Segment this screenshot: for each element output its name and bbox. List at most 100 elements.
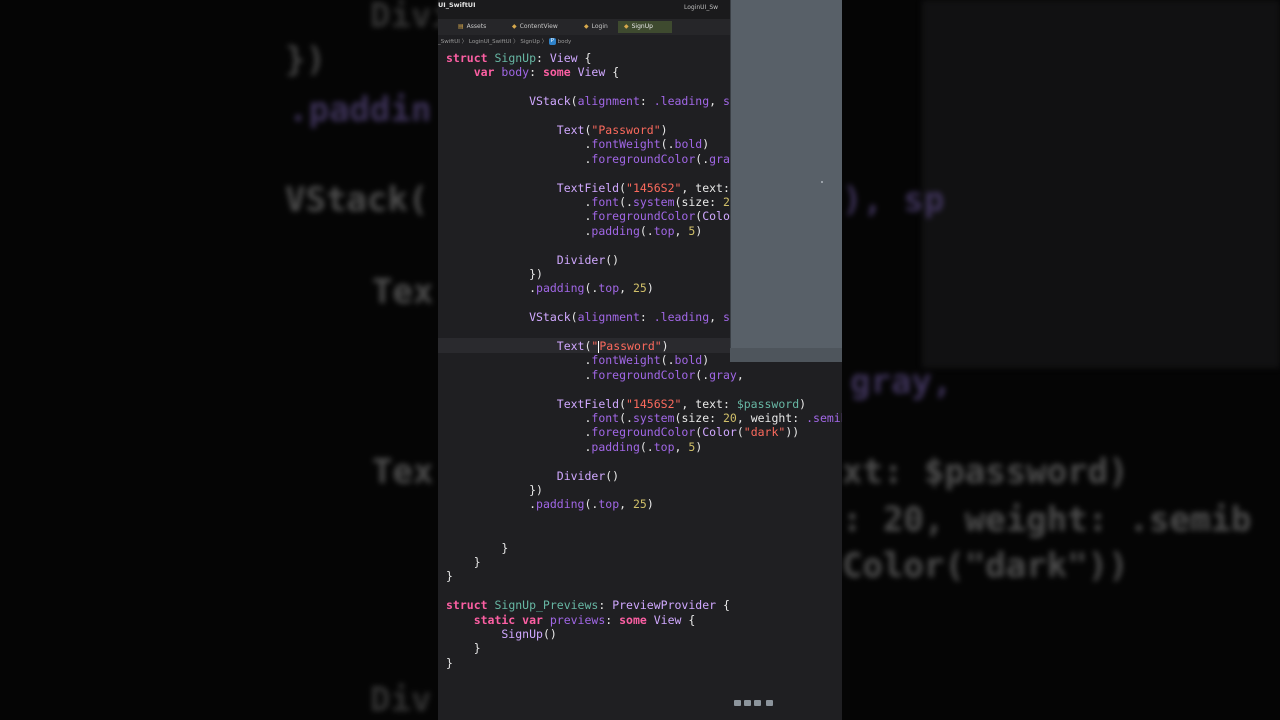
code-line[interactable]: .foregroundColor(.gray, bbox=[446, 367, 744, 383]
code-token: : bbox=[639, 310, 654, 325]
code-token: padding bbox=[536, 281, 585, 296]
preview-cursor-dot bbox=[821, 181, 823, 183]
code-token: View bbox=[653, 612, 682, 627]
code-token: , text: bbox=[681, 396, 737, 411]
code-line[interactable]: struct SignUp_Previews: PreviewProvider … bbox=[446, 598, 730, 613]
code-line[interactable]: Text("Password") bbox=[446, 123, 668, 138]
breadcrumb-item[interactable]: LoginUI_SwiftUI bbox=[469, 39, 511, 45]
code-line[interactable]: struct SignUp: View { bbox=[446, 51, 591, 66]
code-token: Divider bbox=[446, 468, 606, 483]
code-token: bold bbox=[674, 353, 703, 368]
code-token: TextField bbox=[446, 396, 620, 411]
swift-file-icon: ◆ bbox=[584, 23, 589, 30]
code-line[interactable]: } bbox=[446, 541, 508, 556]
code-token: } bbox=[446, 540, 509, 555]
code-line[interactable]: } bbox=[446, 656, 453, 671]
code-token: padding bbox=[591, 439, 640, 454]
code-token: ) bbox=[702, 353, 710, 368]
tab-login[interactable]: ◆ Login bbox=[578, 21, 618, 33]
tab-label: Login bbox=[591, 23, 608, 30]
code-line[interactable]: }) bbox=[446, 267, 543, 282]
code-line[interactable]: } bbox=[446, 641, 481, 656]
zoom-icon[interactable] bbox=[766, 700, 773, 706]
code-line[interactable]: Divider() bbox=[446, 469, 619, 484]
code-line[interactable]: .fontWeight(.bold) bbox=[446, 353, 709, 368]
code-token: View bbox=[549, 51, 578, 65]
code-line[interactable]: .padding(.top, 5) bbox=[446, 224, 702, 239]
preview-canvas[interactable] bbox=[730, 0, 842, 362]
code-line[interactable]: } bbox=[446, 569, 453, 584]
code-line[interactable]: SignUp() bbox=[446, 627, 556, 642]
code-token: ) bbox=[646, 281, 654, 296]
swift-file-icon: ◆ bbox=[624, 23, 629, 30]
code-line[interactable]: .font(.system(size: 20 bbox=[446, 195, 736, 210]
code-token: { bbox=[577, 51, 592, 65]
code-token: (. bbox=[584, 497, 599, 512]
code-token: SignUp_Previews bbox=[494, 598, 599, 613]
code-line[interactable]: } bbox=[446, 555, 481, 570]
code-token: , bbox=[736, 367, 744, 382]
code-token: } bbox=[446, 555, 481, 569]
code-line[interactable]: Divider() bbox=[446, 253, 619, 268]
code-token: ( bbox=[619, 180, 627, 195]
code-token: (. bbox=[660, 137, 675, 152]
code-line[interactable]: .fontWeight(.bold) bbox=[446, 137, 709, 152]
code-token: ) bbox=[661, 339, 669, 353]
code-line[interactable]: .font(.system(size: 20, weight: .semib bbox=[446, 411, 842, 426]
tab-label: ContentView bbox=[519, 23, 558, 30]
code-line[interactable]: var body: some View { bbox=[446, 65, 619, 80]
bg-echo-line: Tex bbox=[372, 452, 434, 492]
code-line[interactable]: .foregroundColor(.gray bbox=[446, 152, 736, 167]
code-token: , text: bbox=[681, 180, 730, 195]
secondary-tab[interactable]: LoginUI_Sw bbox=[684, 4, 718, 11]
property-icon: P bbox=[548, 38, 556, 45]
code-token: } bbox=[446, 641, 481, 656]
code-line[interactable]: .padding(.top, 25) bbox=[446, 497, 654, 512]
bg-echo-line: Div bbox=[370, 680, 432, 720]
code-line[interactable]: VStack(alignment: .leading, sp bbox=[446, 310, 737, 325]
tab-contentview[interactable]: ◆ ContentView bbox=[506, 21, 572, 33]
code-token: . bbox=[446, 195, 592, 209]
tab-signup[interactable]: ◆ SignUp bbox=[618, 21, 672, 33]
code-token: fontWeight bbox=[591, 137, 661, 152]
code-line[interactable]: .padding(.top, 25) bbox=[446, 281, 654, 296]
code-line[interactable]: .padding(.top, 5) bbox=[446, 440, 702, 455]
code-line[interactable]: .foregroundColor(Color bbox=[446, 209, 736, 224]
code-token: ) bbox=[695, 223, 703, 238]
code-token: some bbox=[619, 612, 654, 627]
breadcrumb-item[interactable]: SignUp bbox=[520, 39, 540, 45]
code-token: "1456S2" bbox=[626, 396, 682, 411]
tab-assets[interactable]: ▤ Assets bbox=[452, 21, 504, 33]
code-token: View bbox=[577, 65, 606, 80]
code-token: , bbox=[619, 281, 633, 296]
code-token: .leading bbox=[653, 310, 710, 325]
code-line[interactable]: VStack(alignment: .leading, sp bbox=[446, 94, 737, 109]
code-token: font bbox=[591, 195, 620, 209]
code-token: var bbox=[446, 65, 502, 80]
breadcrumb-item[interactable]: _SwiftUI bbox=[438, 39, 460, 45]
code-token: , bbox=[674, 439, 689, 454]
tab-label: Assets bbox=[466, 23, 487, 30]
code-line[interactable]: Text("Password") bbox=[446, 339, 669, 354]
code-token: foregroundColor bbox=[591, 209, 696, 224]
breadcrumb-item[interactable]: body bbox=[558, 39, 572, 45]
code-token: top bbox=[653, 439, 675, 454]
selectable-preview-icon[interactable] bbox=[744, 700, 751, 706]
code-line[interactable]: }) bbox=[446, 483, 543, 498]
bg-echo-line: gray, bbox=[850, 362, 953, 402]
code-line[interactable]: TextField("1456S2", text: $password) bbox=[446, 397, 806, 412]
live-preview-icon[interactable] bbox=[734, 700, 741, 706]
code-token: (. bbox=[619, 195, 633, 209]
code-token: system bbox=[632, 195, 675, 209]
code-token: }) bbox=[446, 483, 543, 497]
code-token: (. bbox=[619, 411, 633, 425]
code-token: PreviewProvider bbox=[612, 598, 717, 613]
code-token: Text bbox=[446, 123, 585, 137]
device-settings-icon[interactable] bbox=[754, 700, 761, 706]
code-line[interactable]: TextField("1456S2", text: bbox=[446, 181, 730, 196]
code-line[interactable]: static var previews: some View { bbox=[446, 612, 696, 628]
code-token: , bbox=[619, 497, 633, 512]
code-token: 20 bbox=[722, 411, 737, 425]
code-token: , weight: bbox=[736, 411, 807, 425]
code-line[interactable]: .foregroundColor(Color("dark")) bbox=[446, 425, 799, 440]
